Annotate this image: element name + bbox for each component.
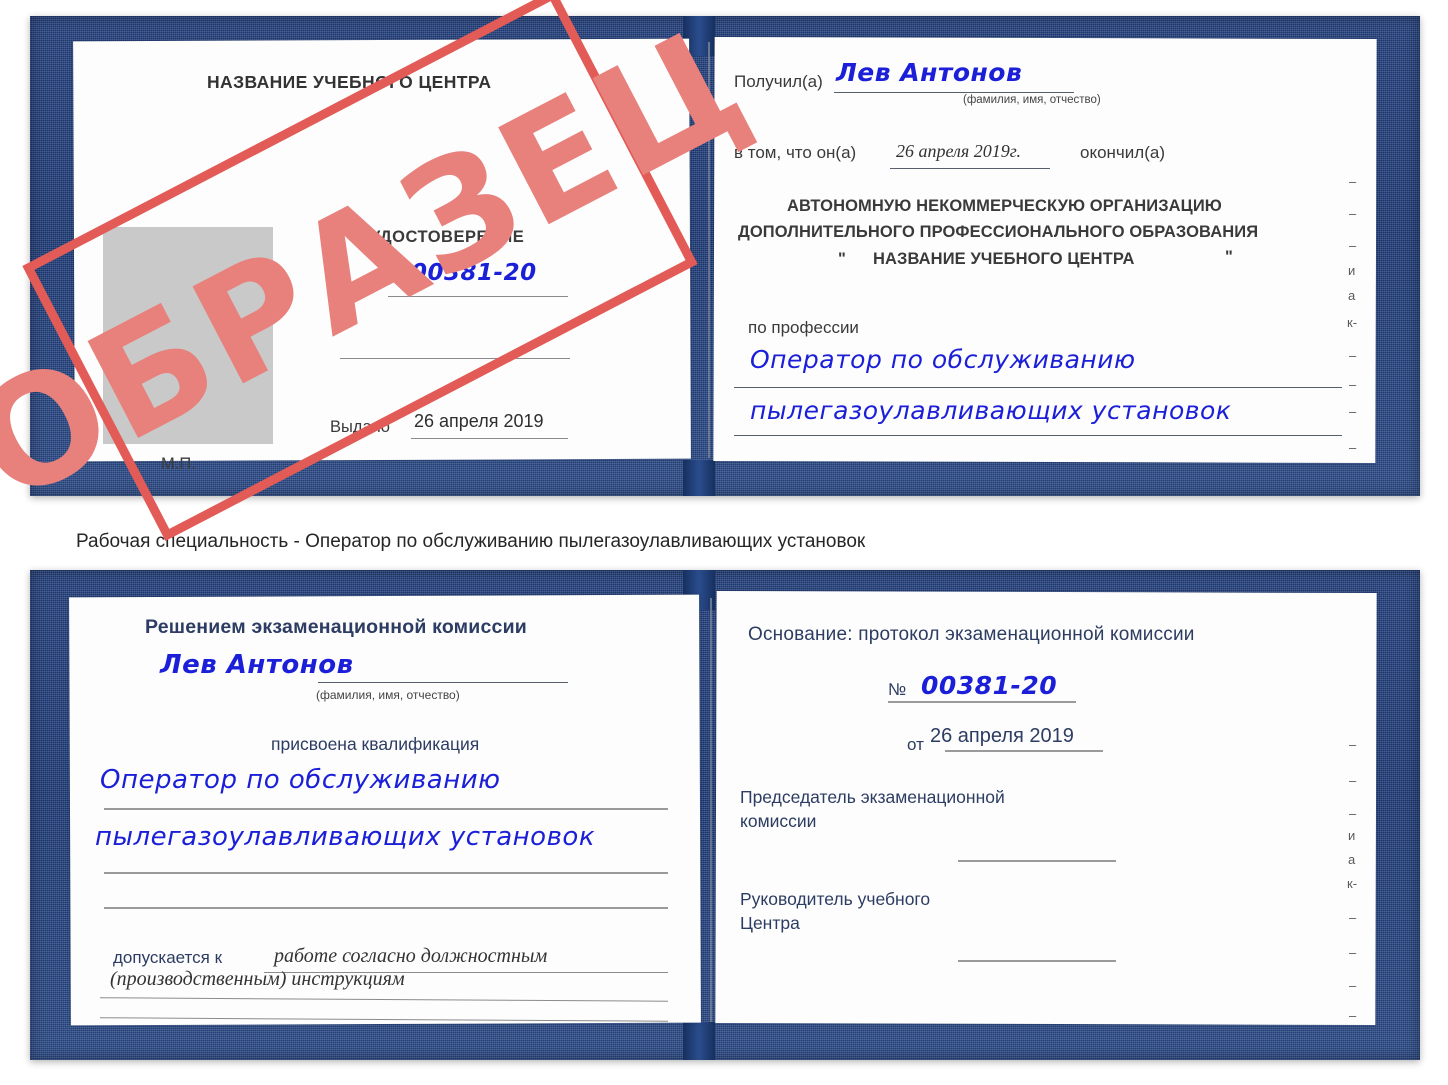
org-quote-close: ": [1225, 248, 1233, 266]
edge-mark-f3: –: [1349, 238, 1357, 253]
qualification-rule-1: [104, 808, 668, 810]
qualification-rule-3: [104, 907, 668, 909]
back-page-fold: [710, 598, 712, 1022]
edge-mark-b7: –: [1349, 910, 1357, 925]
student-name-back: Лев Антонов: [160, 650, 354, 680]
in-that-label: в том, что он(а): [734, 143, 857, 162]
front-left-blank-rule: [340, 358, 570, 359]
completion-date-value: 26 апреля 2019г.: [896, 141, 1022, 161]
edge-mark-f10: –: [1349, 440, 1357, 455]
org-block-line1: АВТОНОМНУЮ НЕКОММЕРЧЕСКУЮ ОРГАНИЗАЦИЮ: [787, 197, 1222, 215]
document-type-label: УДОСТОВЕРЕНИЕ: [370, 228, 525, 246]
certificate-number-rule: [388, 296, 568, 297]
protocol-from-rule: [945, 750, 1103, 752]
basis-label: Основание: протокол экзаменационной коми…: [748, 624, 1195, 645]
protocol-from-label: от: [907, 735, 924, 754]
profession-line1: Оператор по обслуживанию: [750, 345, 1136, 374]
edge-mark-b3: –: [1349, 806, 1357, 821]
profession-line2: пылегазоулавливающих установок: [750, 396, 1232, 425]
edge-mark-b10: –: [1349, 1008, 1357, 1023]
photo-placeholder: [103, 227, 273, 444]
edge-mark-f2: –: [1349, 206, 1357, 221]
qualification-label: присвоена квалификация: [271, 734, 480, 754]
head-of-center-line1: Руководитель учебного: [740, 889, 931, 909]
front-page-fold: [708, 42, 710, 458]
edge-mark-b4: и: [1348, 828, 1356, 843]
edge-mark-b8: –: [1349, 945, 1357, 960]
received-label: Получил(а): [734, 72, 823, 91]
edge-mark-b2: –: [1349, 773, 1357, 788]
received-rule: [834, 92, 1074, 93]
edge-mark-b9: –: [1349, 978, 1357, 993]
name-hint-front: (фамилия, имя, отчество): [963, 94, 1101, 106]
org-title-front: НАЗВАНИЕ УЧЕБНОГО ЦЕНТРА: [207, 72, 492, 92]
qualification-rule-2: [104, 872, 668, 874]
screenshot-root: НАЗВАНИЕ УЧЕБНОГО ЦЕНТРА УДОСТОВЕРЕНИЕ №…: [0, 0, 1448, 1085]
received-value: Лев Антонов: [836, 58, 1023, 87]
edge-mark-f7: –: [1349, 348, 1357, 363]
cover-spine-notch-bottom: [683, 460, 715, 496]
edge-mark-f1: –: [1349, 174, 1357, 189]
name-hint-back: (фамилия, имя, отчество): [316, 688, 460, 702]
completion-date-rule: [890, 168, 1050, 169]
head-of-center-line2: Центра: [740, 913, 800, 933]
commission-decision-heading: Решением экзаменационной комиссии: [145, 616, 527, 638]
protocol-from-value: 26 апреля 2019: [930, 725, 1074, 747]
chairman-signature-rule: [958, 860, 1116, 862]
profession-rule-2: [734, 435, 1342, 436]
protocol-number-value: 00381-20: [921, 671, 1058, 700]
chairman-line2: комиссии: [740, 811, 817, 831]
admitted-label: допускается к: [113, 948, 223, 967]
profession-label: по профессии: [748, 318, 859, 337]
edge-mark-f8: –: [1349, 377, 1357, 392]
profession-rule-1: [734, 387, 1342, 388]
admitted-line1: работе согласно должностным: [274, 945, 548, 967]
issue-date-value: 26 апреля 2019: [414, 411, 544, 431]
edge-mark-f4: и: [1348, 263, 1356, 278]
admitted-line2: (производственным) инструкциям: [110, 968, 405, 990]
qualification-line1: Оператор по обслуживанию: [100, 765, 501, 795]
edge-mark-f5: а: [1348, 288, 1356, 303]
edge-mark-f9: –: [1349, 404, 1357, 419]
certificate-number-value: 00381-20: [411, 260, 537, 286]
edge-mark-f6: к-: [1347, 315, 1358, 330]
qualification-line2: пылегазоулавливающих установок: [95, 822, 596, 852]
org-quote-open: ": [838, 250, 846, 268]
issue-date-rule: [411, 438, 568, 439]
cover-spine-notch-bottom-back: [683, 1022, 715, 1060]
org-block-line3: НАЗВАНИЕ УЧЕБНОГО ЦЕНТРА: [873, 250, 1135, 268]
head-of-center-signature-rule: [958, 960, 1116, 962]
org-block-line2: ДОПОЛНИТЕЛЬНОГО ПРОФЕССИОНАЛЬНОГО ОБРАЗО…: [738, 223, 1259, 241]
page-caption: Рабочая специальность - Оператор по обсл…: [76, 531, 866, 552]
edge-mark-b1: –: [1349, 737, 1357, 752]
finished-label: окончил(а): [1080, 143, 1165, 162]
issue-date-label: Выдано: [330, 418, 390, 436]
edge-mark-b5: а: [1348, 852, 1356, 867]
protocol-number-rule: [888, 701, 1076, 703]
student-name-rule-back: [318, 682, 568, 683]
protocol-number-label: №: [888, 680, 907, 699]
certificate-number-label: №: [386, 266, 404, 283]
chairman-line1: Председатель экзаменационной: [740, 787, 1005, 807]
edge-mark-b6: к-: [1347, 876, 1358, 891]
seal-place-label: М.П.: [161, 455, 196, 473]
